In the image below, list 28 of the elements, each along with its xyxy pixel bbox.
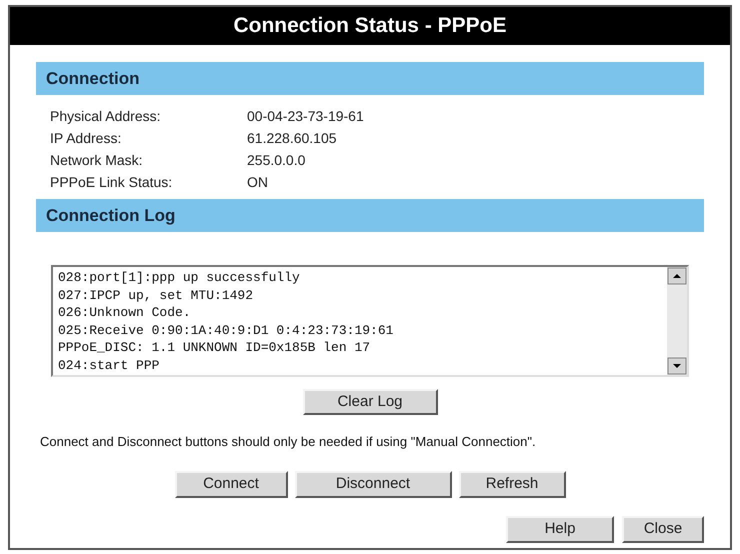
field-value: 61.228.60.105 [247,128,337,148]
section-title: Connection [46,68,140,90]
log-line: 025:Receive 0:90:1A:40:9:D1 0:4:23:73:19:61 [58,322,394,339]
clear-log-button[interactable]: Clear Log [302,389,438,415]
dialog-button[interactable]: Help [506,516,614,543]
log-line: 028:port[1]:ppp up successfully [58,269,301,286]
dialog-button[interactable]: Close [622,516,704,543]
log-line: 024:start PPP [58,356,160,374]
log-line: PPPoE_DISC: 1.1 UNKNOWN ID=0x185B len 17 [58,339,372,356]
scroll-up-icon[interactable] [667,267,687,285]
field-label: PPPoE Link Status: [50,172,174,192]
scrollbar[interactable] [667,267,687,375]
action-button[interactable]: Connect [174,471,288,498]
field-value: 255.0.0.0 [247,150,306,170]
action-button[interactable]: Disconnect [294,471,452,498]
section-title: Connection Log [46,204,176,227]
log-line: 026:Unknown Code. [58,304,192,322]
field-value: ON [247,172,268,192]
field-label: Network Mask: [50,150,144,170]
field-value: 00-04-23-73-19-61 [247,106,364,126]
field-label: Physical Address: [50,106,162,126]
scroll-down-icon[interactable] [667,357,687,375]
field-label: IP Address: [50,128,122,148]
log-line: 027:IPCP up, set MTU:1492 [58,286,254,304]
action-button[interactable]: Refresh [458,471,566,498]
info-note: Connect and Disconnect buttons should only be needed if using "Manual Connection". [39,433,537,451]
log-textarea[interactable]: 028:port[1]:ppp up successfully 027:IPCP up, set MTU:1492 026:Unknown Code. 025:Receive 0:90:1A:40:9:D1 0:4:23:73:19:61 PPPoE_DISC: 1.1 UNKNOWN ID=0x185B len 17 024:start PPP [51,265,689,377]
window-title: Connection Status - PPPoE [233,13,507,40]
